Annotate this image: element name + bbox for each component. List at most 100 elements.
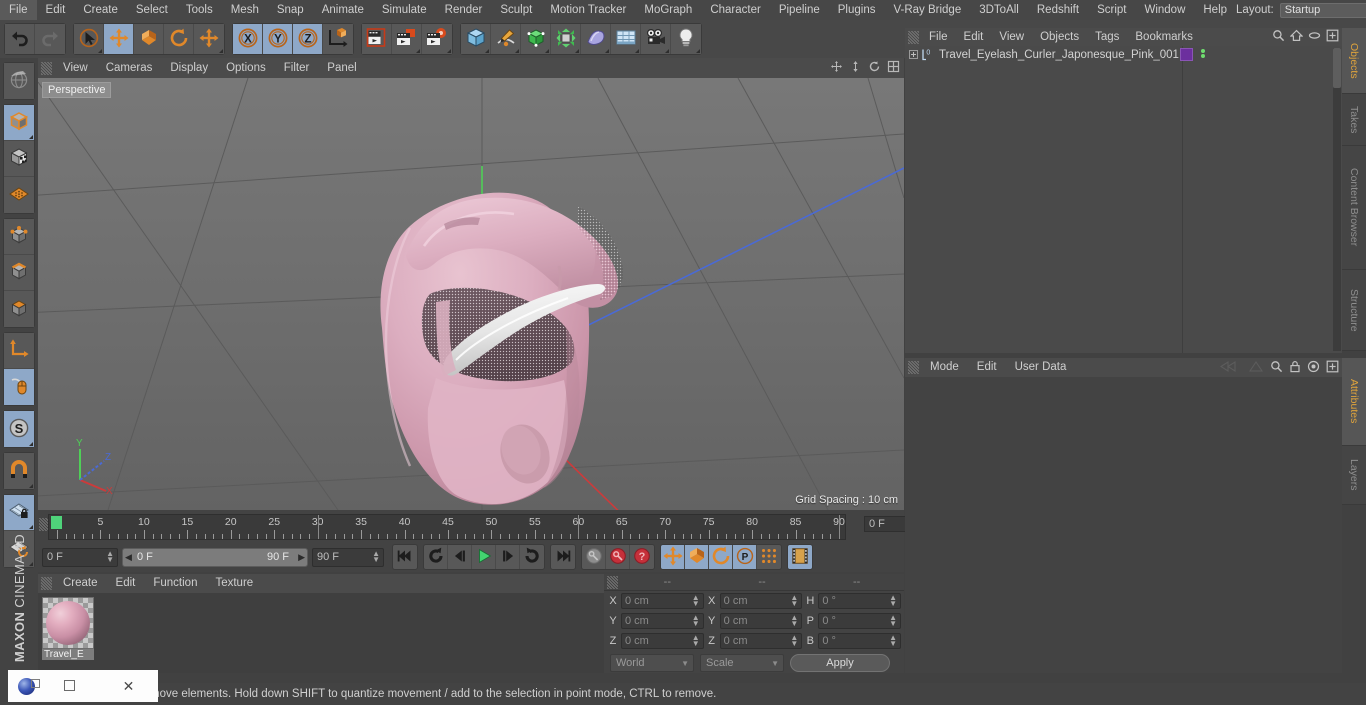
spinner-icon[interactable]: ▲▼	[790, 594, 798, 608]
snap-magnet-button[interactable]	[4, 453, 34, 489]
tab-content-browser[interactable]: Content Browser	[1342, 146, 1366, 270]
scale-key-button[interactable]	[685, 545, 709, 569]
object-axis-mode-button[interactable]	[4, 333, 34, 369]
add-panel-icon[interactable]	[1326, 29, 1339, 45]
menu-simulate[interactable]: Simulate	[373, 0, 436, 20]
history-back-icon[interactable]	[1219, 360, 1242, 376]
spinner-icon[interactable]: ▲▼	[889, 634, 897, 648]
render-view-button[interactable]	[362, 24, 392, 54]
viewport-3d[interactable]: Perspective Grid Spacing : 10 cm Y X Z	[38, 78, 904, 510]
spinner-icon[interactable]: ▲▼	[372, 550, 380, 564]
coord-position-input[interactable]: 0 cm ▲ ▼	[621, 613, 704, 629]
scrollbar-thumb[interactable]	[1333, 48, 1341, 88]
coord-rotation-input[interactable]: 0 ° ▲ ▼	[818, 613, 902, 629]
object-menu-objects[interactable]: Objects	[1032, 28, 1087, 46]
spinner-icon[interactable]: ▲▼	[692, 614, 700, 628]
coord-size-input[interactable]: 0 cm ▲ ▼	[719, 633, 803, 649]
scale-button[interactable]	[134, 24, 164, 54]
add-scene-object-button[interactable]	[581, 24, 611, 54]
add-camera-button[interactable]	[641, 24, 671, 54]
viewport-menu-panel[interactable]: Panel	[318, 58, 365, 78]
apply-button[interactable]: Apply	[790, 654, 890, 672]
menu-mograph[interactable]: MoGraph	[635, 0, 701, 20]
polygons-mode-button[interactable]	[4, 291, 34, 327]
tab-layers[interactable]: Layers	[1342, 446, 1366, 505]
menu-sculpt[interactable]: Sculpt	[491, 0, 541, 20]
render-settings-button[interactable]	[422, 24, 452, 54]
tag-status-dots-icon[interactable]	[1199, 48, 1207, 61]
soft-selection-button[interactable]: S	[4, 411, 34, 447]
restore-window-icon[interactable]	[31, 678, 40, 688]
points-mode-button[interactable]	[4, 219, 34, 255]
add-light-button[interactable]	[671, 24, 701, 54]
position-key-button[interactable]	[661, 545, 685, 569]
add-generator-button[interactable]	[521, 24, 551, 54]
menu-select[interactable]: Select	[127, 0, 177, 20]
y-axis-button[interactable]: Y	[263, 24, 293, 54]
parameter-key-button[interactable]: P	[733, 545, 757, 569]
object-menu-file[interactable]: File	[921, 28, 956, 46]
preview-range-bar[interactable]: ◀ 0 F 90 F ▶	[122, 547, 308, 567]
max-frame-input[interactable]: 90 F ▲ ▼	[312, 547, 384, 567]
object-row[interactable]: 0 Travel_Eyelash_Curler_Japonesque_Pink_…	[905, 46, 1342, 63]
render-to-picture-viewer-button[interactable]	[392, 24, 422, 54]
material-menu-function[interactable]: Function	[144, 574, 206, 593]
panel-grip-icon[interactable]	[908, 30, 919, 44]
object-menu-edit[interactable]: Edit	[956, 28, 992, 46]
menu-script[interactable]: Script	[1088, 0, 1135, 20]
x-axis-button[interactable]: X	[233, 24, 263, 54]
rotation-key-button[interactable]	[709, 545, 733, 569]
attributes-menu-user-data[interactable]: User Data	[1006, 358, 1076, 377]
viewport-menu-filter[interactable]: Filter	[275, 58, 319, 78]
add-cube-button[interactable]	[461, 24, 491, 54]
spinner-icon[interactable]: ▲▼	[790, 634, 798, 648]
autokeying-button[interactable]	[606, 545, 630, 569]
menu-help[interactable]: Help	[1194, 0, 1236, 20]
tool-undo-view-button[interactable]	[4, 63, 34, 99]
transform-mode-select[interactable]: Scale ▼	[700, 654, 784, 672]
tab-structure[interactable]: Structure	[1342, 270, 1366, 351]
close-window-button[interactable]: ✕	[99, 678, 158, 695]
coord-rotation-input[interactable]: 0 ° ▲ ▼	[818, 633, 902, 649]
coordinate-system-select[interactable]: World ▼	[610, 654, 694, 672]
coord-size-input[interactable]: 0 cm ▲ ▼	[719, 593, 803, 609]
coord-rotation-input[interactable]: 0 ° ▲ ▼	[818, 593, 902, 609]
add-panel-icon[interactable]	[1326, 360, 1339, 376]
object-menu-bookmarks[interactable]: Bookmarks	[1127, 28, 1201, 46]
coord-position-input[interactable]: 0 cm ▲ ▼	[621, 633, 704, 649]
model-mode-button[interactable]	[4, 105, 34, 141]
menu-character[interactable]: Character	[701, 0, 770, 20]
menu-create[interactable]: Create	[74, 0, 127, 20]
viewport-menu-view[interactable]: View	[54, 58, 97, 78]
panel-grip-icon[interactable]	[607, 575, 618, 589]
redo-button[interactable]	[35, 24, 65, 54]
play-backwards-loop-button[interactable]	[424, 545, 448, 569]
viewport-menu-options[interactable]: Options	[217, 58, 275, 78]
go-to-end-button[interactable]	[551, 545, 575, 569]
menu-v-ray-bridge[interactable]: V-Ray Bridge	[884, 0, 970, 20]
menu-render[interactable]: Render	[436, 0, 492, 20]
add-deformer-button[interactable]	[551, 24, 581, 54]
material-menu-texture[interactable]: Texture	[206, 574, 262, 593]
rotate-button[interactable]	[164, 24, 194, 54]
record-active-objects-button[interactable]	[582, 545, 606, 569]
keyframe-selection-button[interactable]: ?	[630, 545, 654, 569]
menu-file[interactable]: File	[0, 0, 37, 20]
menu-pipeline[interactable]: Pipeline	[770, 0, 829, 20]
material-preview-thumbnail[interactable]	[42, 597, 94, 649]
go-to-start-button[interactable]	[393, 545, 417, 569]
material-menu-create[interactable]: Create	[54, 574, 107, 593]
spinner-icon[interactable]: ▲▼	[790, 614, 798, 628]
viewport-solo-button[interactable]	[4, 369, 34, 405]
menu-mesh[interactable]: Mesh	[222, 0, 268, 20]
search-icon[interactable]	[1272, 29, 1285, 45]
target-icon[interactable]	[1307, 360, 1320, 376]
attributes-menu-mode[interactable]: Mode	[921, 358, 968, 377]
visibility-icon[interactable]	[1308, 29, 1321, 45]
attributes-menu-edit[interactable]: Edit	[968, 358, 1006, 377]
current-frame-input[interactable]: 0 F ▲ ▼	[42, 547, 118, 567]
timeline-playhead[interactable]	[51, 516, 62, 529]
panel-grip-icon[interactable]	[41, 577, 52, 590]
timeline-ruler[interactable]: 051015202530354045505560657075808590	[48, 514, 846, 540]
menu-tools[interactable]: Tools	[177, 0, 222, 20]
